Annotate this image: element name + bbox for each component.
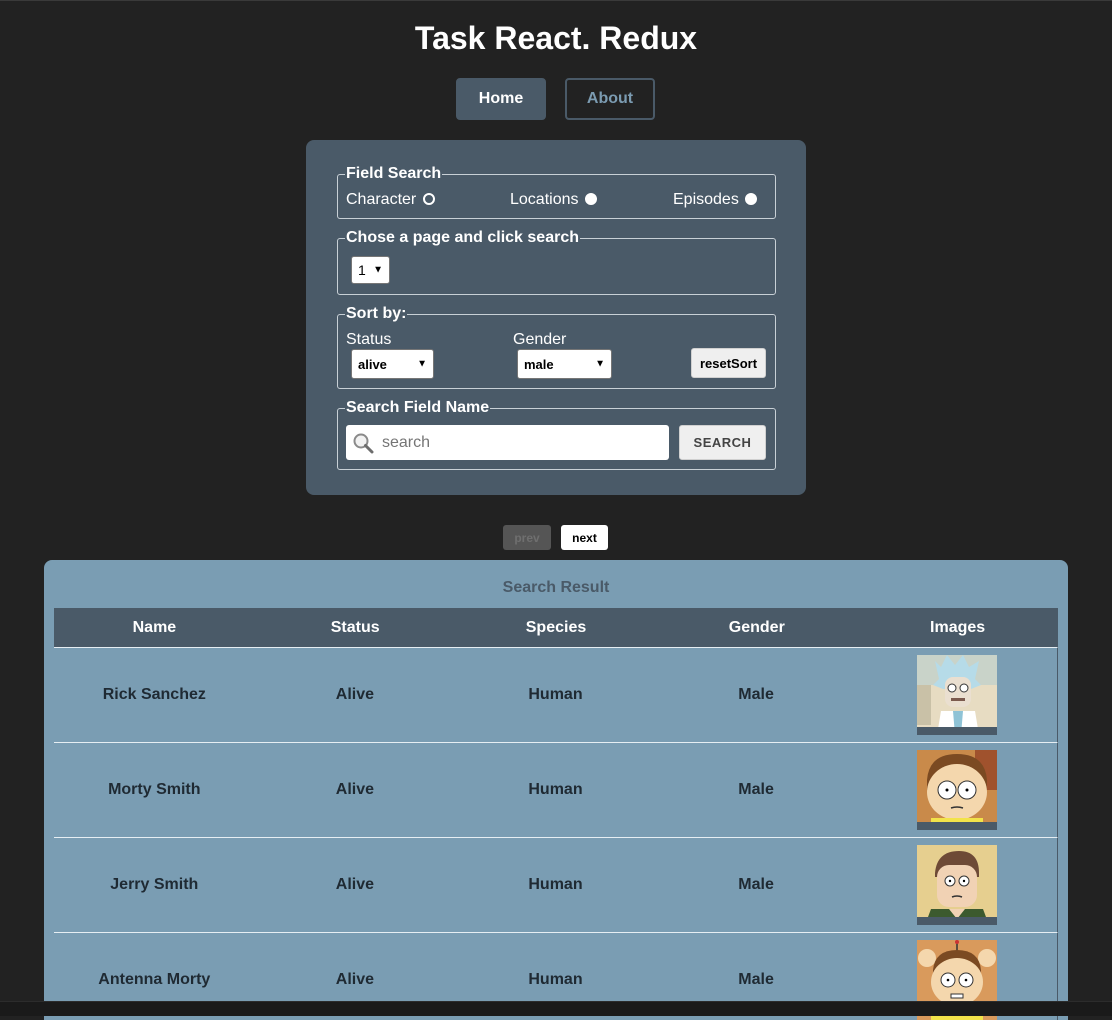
nav-home-button[interactable]: Home: [456, 78, 546, 120]
nav-about-button[interactable]: About: [565, 78, 655, 120]
cell-image: [856, 838, 1057, 932]
sort-gender-select[interactable]: male ▼: [517, 349, 612, 379]
field-search-legend: Field Search: [346, 165, 442, 182]
sort-status-label: Status: [346, 331, 392, 348]
cell-image: [856, 743, 1057, 837]
table-row[interactable]: Rick Sanchez Alive Human Male: [54, 647, 1058, 742]
rick-sanchez-portrait: [916, 655, 997, 735]
page-select-value: 1: [358, 262, 366, 278]
table-row[interactable]: Morty Smith Alive Human Male: [54, 742, 1058, 837]
search-button[interactable]: SEARCH: [679, 425, 766, 460]
cell-name: Morty Smith: [108, 781, 201, 798]
sort-status-value: alive: [358, 356, 387, 372]
cell-name: Jerry Smith: [110, 876, 199, 893]
cell-species: Human: [528, 686, 583, 703]
cell-species: Human: [528, 781, 583, 798]
cell-gender: Male: [738, 781, 774, 798]
option-locations-radio[interactable]: [585, 193, 597, 205]
column-header-gender: Gender: [728, 619, 785, 636]
page-select-group: Chose a page and click search: [337, 229, 776, 295]
page-select-legend: Chose a page and click search: [346, 229, 579, 246]
sort-status-select[interactable]: alive ▼: [351, 349, 434, 379]
page-select[interactable]: 1 ▼: [351, 256, 390, 284]
morty-smith-portrait: [916, 750, 997, 830]
column-header-species: Species: [525, 619, 587, 636]
prev-page-button[interactable]: prev: [503, 525, 551, 550]
jerry-smith-portrait: [916, 845, 997, 925]
cell-status: Alive: [335, 686, 375, 703]
cell-name: Rick Sanchez: [102, 686, 206, 703]
cell-gender: Male: [738, 686, 774, 703]
chevron-down-icon: ▼: [595, 358, 605, 370]
chevron-down-icon: ▼: [417, 358, 427, 370]
table-row[interactable]: Jerry Smith Alive Human Male: [54, 837, 1058, 932]
option-character-radio[interactable]: [423, 193, 435, 205]
window-top-border: [0, 0, 1112, 1]
sort-legend: Sort by:: [346, 305, 407, 322]
cell-species: Human: [528, 876, 583, 893]
results-table-panel: Search Result Name Status Species Gender…: [44, 560, 1068, 1020]
option-character-label: Character: [346, 191, 417, 208]
cell-image: [856, 648, 1057, 742]
option-episodes-label: Episodes: [673, 191, 739, 208]
name-search-legend: Search Field Name: [346, 399, 490, 416]
next-page-button[interactable]: next: [561, 525, 608, 550]
option-episodes-radio[interactable]: [745, 193, 757, 205]
cell-gender: Male: [738, 876, 774, 893]
search-input[interactable]: [380, 432, 650, 453]
chevron-down-icon: ▼: [373, 264, 383, 276]
sort-gender-value: male: [524, 356, 554, 372]
results-title: Search Result: [502, 579, 610, 596]
search-icon: [353, 433, 374, 453]
column-header-name: Name: [132, 619, 177, 636]
column-header-images: Images: [930, 619, 986, 636]
cell-status: Alive: [335, 781, 375, 798]
sort-gender-label: Gender: [513, 331, 567, 348]
reset-sort-button[interactable]: resetSort: [691, 348, 766, 378]
app-title: Task React. Redux: [414, 20, 698, 56]
column-header-status: Status: [330, 619, 380, 636]
table-header: Name Status Species Gender Images: [54, 608, 1058, 648]
search-panel: Field Search Character Locations Episode…: [306, 140, 806, 495]
window-bottom-bar: [0, 1001, 1112, 1016]
option-locations-label: Locations: [510, 191, 579, 208]
cell-status: Alive: [335, 876, 375, 893]
search-field[interactable]: [346, 425, 669, 460]
